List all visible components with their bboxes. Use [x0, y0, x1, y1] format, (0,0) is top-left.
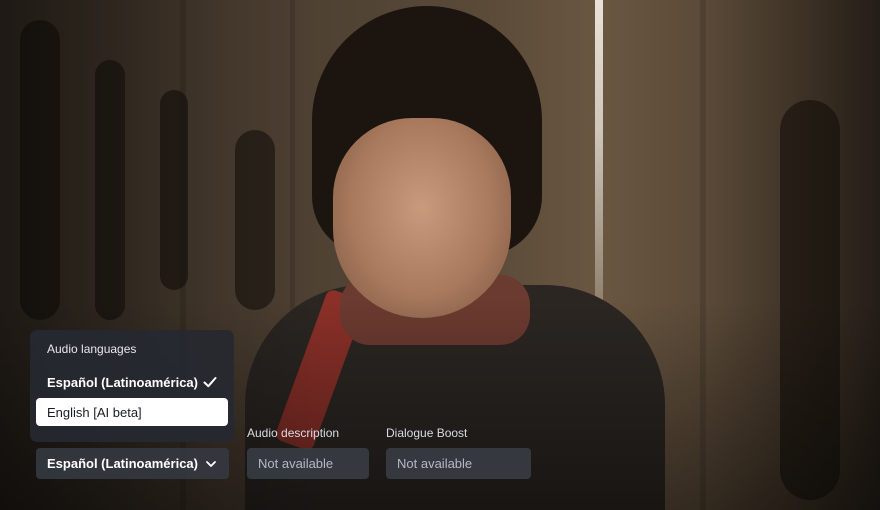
audio-languages-title: Audio languages — [47, 342, 137, 356]
dialogue-boost-value: Not available — [397, 456, 473, 471]
audio-description-field: Not available — [247, 448, 369, 479]
audio-option-label: English [AI beta] — [47, 404, 142, 420]
dialogue-boost-label: Dialogue Boost — [386, 426, 468, 440]
dialogue-boost-field: Not available — [386, 448, 531, 479]
checkmark-icon — [203, 377, 217, 388]
audio-option-english-ai-beta[interactable]: English [AI beta] — [36, 398, 228, 426]
audio-languages-menu: Audio languages Español (Latinoamérica) … — [30, 330, 234, 442]
audio-language-value: Español (Latinoamérica) — [47, 456, 198, 471]
audio-language-dropdown[interactable]: Español (Latinoamérica) — [36, 448, 229, 479]
audio-option-espanol-latinoamerica[interactable]: Español (Latinoamérica) — [36, 368, 228, 396]
figure-face — [333, 118, 511, 318]
audio-description-value: Not available — [258, 456, 334, 471]
audio-option-label: Español (Latinoamérica) — [47, 374, 198, 390]
chevron-down-icon — [206, 461, 216, 467]
light-through-wall — [595, 0, 603, 330]
audio-description-label: Audio description — [247, 426, 340, 440]
